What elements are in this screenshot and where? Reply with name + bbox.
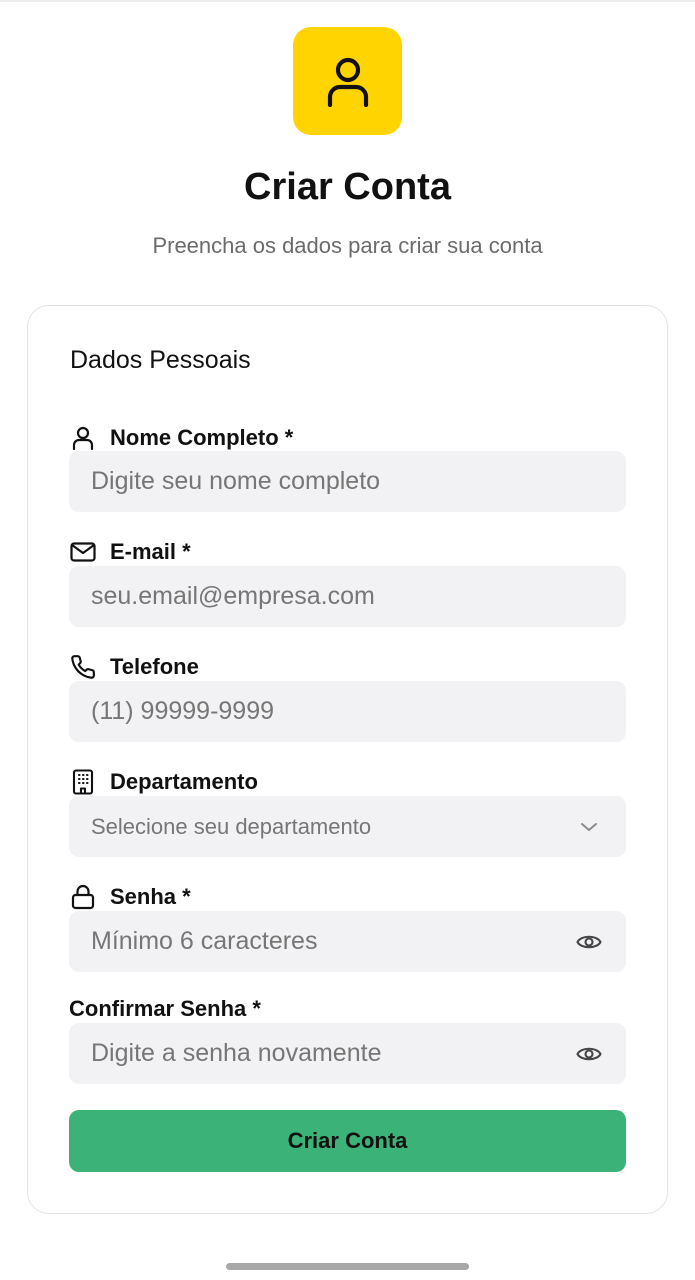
confirm-password-input[interactable]: Digite a senha novamente — [69, 1023, 626, 1084]
email-label: E-mail * — [69, 538, 191, 566]
page-subtitle: Preencha os dados para criar sua conta — [152, 233, 543, 258]
phone-placeholder: (11) 99999-9999 — [91, 697, 275, 725]
email-placeholder: seu.email@empresa.com — [91, 582, 375, 610]
phone-label: Telefone — [69, 653, 199, 681]
user-icon — [327, 57, 368, 107]
email-input[interactable]: seu.email@empresa.com — [69, 566, 626, 627]
password-label: Senha * — [69, 883, 191, 911]
full-name-input[interactable]: Digite seu nome completo — [69, 451, 626, 512]
lock-icon — [69, 883, 97, 911]
full-name-label-text: Nome Completo * — [110, 425, 294, 450]
department-label-text: Departamento — [110, 769, 258, 794]
password-label-text: Senha * — [110, 884, 191, 909]
home-indicator[interactable] — [226, 1263, 469, 1270]
top-divider — [0, 0, 695, 2]
full-name-placeholder: Digite seu nome completo — [91, 467, 381, 495]
phone-input[interactable]: (11) 99999-9999 — [69, 681, 626, 742]
create-account-button[interactable]: Criar Conta — [69, 1110, 626, 1172]
full-name-label: Nome Completo * — [69, 424, 293, 452]
email-label-text: E-mail * — [110, 539, 191, 564]
password-placeholder: Mínimo 6 caracteres — [91, 927, 318, 955]
app-logo — [293, 27, 402, 135]
mail-icon — [69, 538, 97, 566]
department-placeholder: Selecione seu departamento — [91, 813, 372, 839]
building-icon — [69, 768, 97, 796]
department-select[interactable]: Selecione seu departamento — [69, 796, 626, 857]
eye-icon[interactable] — [574, 1039, 604, 1069]
user-icon — [69, 424, 97, 452]
create-account-screen: Criar Conta Preencha os dados para criar… — [0, 0, 695, 1280]
section-title: Dados Pessoais — [70, 346, 251, 374]
department-label: Departamento — [69, 768, 258, 796]
eye-icon[interactable] — [574, 927, 604, 957]
signup-form-card: Dados Pessoais Nome Completo * Digite se… — [27, 305, 668, 1214]
confirm-password-placeholder: Digite a senha novamente — [91, 1039, 382, 1067]
phone-label-text: Telefone — [110, 654, 199, 679]
phone-icon — [69, 653, 97, 681]
confirm-password-label-text: Confirmar Senha * — [69, 996, 261, 1021]
page-title: Criar Conta — [244, 166, 451, 208]
chevron-down-icon — [574, 812, 604, 842]
password-input[interactable]: Mínimo 6 caracteres — [69, 911, 626, 972]
confirm-password-label: Confirmar Senha * — [69, 996, 261, 1022]
